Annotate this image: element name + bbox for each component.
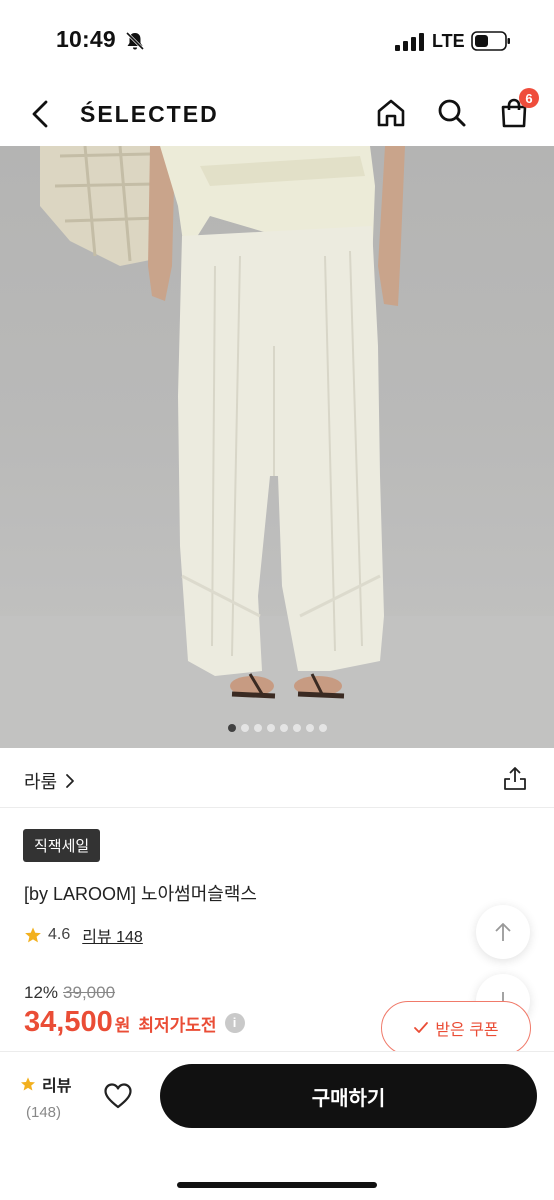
cart-count-badge: 6 <box>519 88 539 108</box>
gallery-pagination <box>0 724 554 732</box>
search-button[interactable] <box>433 94 471 132</box>
sale-tag: 직잭세일 <box>23 829 101 862</box>
info-icon[interactable]: i <box>224 1012 245 1033</box>
home-button[interactable] <box>372 94 410 132</box>
home-indicator <box>177 1182 377 1188</box>
original-price: 39,000 <box>63 983 116 1002</box>
rating-score: 4.6 <box>48 926 71 943</box>
review-count: (148) <box>26 1104 62 1121</box>
currency-label: 원 <box>114 1016 131 1035</box>
arrow-up-icon <box>495 923 511 941</box>
signal-icon <box>395 33 424 51</box>
discount-row: 12% 39,000 <box>24 983 115 1003</box>
lowest-price-label: 최저가도전 <box>138 1016 217 1035</box>
brand-row: 라룸 <box>0 748 554 808</box>
chevron-right-icon <box>66 774 75 788</box>
review-summary[interactable]: 리뷰 (148) <box>20 1072 80 1121</box>
share-button[interactable] <box>499 762 531 794</box>
check-icon <box>414 1022 429 1033</box>
gallery-dot[interactable] <box>279 724 288 732</box>
gallery-dot[interactable] <box>227 724 236 732</box>
product-photo <box>0 146 554 748</box>
review-count-link[interactable]: 리뷰 148 <box>82 923 143 947</box>
review-label: 리뷰 <box>42 1078 72 1095</box>
coupon-button[interactable]: 받은 쿠폰 <box>381 1001 531 1055</box>
brand-link[interactable]: 라룸 <box>24 768 75 794</box>
bottom-purchase-bar: 리뷰 (148) 구매하기 <box>0 1051 554 1200</box>
star-icon <box>21 1077 35 1091</box>
scroll-top-button[interactable] <box>476 905 530 959</box>
brand-name: 라룸 <box>24 772 58 792</box>
network-label: LTE <box>432 31 465 51</box>
wishlist-button[interactable] <box>100 1078 136 1114</box>
gallery-dot[interactable] <box>266 724 275 732</box>
product-image-gallery[interactable] <box>0 146 554 748</box>
gallery-dot[interactable] <box>318 724 327 732</box>
gallery-dot[interactable] <box>305 724 314 732</box>
status-time: 10:49 <box>56 26 116 52</box>
gallery-dot[interactable] <box>253 724 262 732</box>
chevron-left-icon <box>32 100 48 128</box>
sale-price: 34,500 <box>24 1006 113 1038</box>
brand-logo[interactable]: ŚELECTED <box>80 101 219 128</box>
back-button[interactable] <box>24 94 56 134</box>
share-icon <box>504 767 526 790</box>
heart-icon <box>104 1083 132 1109</box>
status-bar: 10:49 LTE <box>0 0 554 80</box>
cart-button[interactable]: 6 <box>495 88 539 132</box>
star-icon <box>25 927 41 943</box>
discount-percent: 12% <box>24 983 59 1002</box>
search-icon <box>438 99 466 127</box>
battery-icon <box>471 31 510 51</box>
bell-muted-icon <box>125 31 145 51</box>
app-header: ŚELECTED 6 <box>0 80 554 146</box>
gallery-dot[interactable] <box>292 724 301 732</box>
price-row: 34,500 원 최저가도전 i <box>24 1006 245 1039</box>
buy-button[interactable]: 구매하기 <box>160 1064 537 1128</box>
coupon-label: 받은 쿠폰 <box>435 1022 499 1039</box>
rating-row: 4.6 리뷰 148 <box>24 923 143 947</box>
product-title: [by LAROOM] 노아썸머슬랙스 <box>24 884 257 904</box>
gallery-dot[interactable] <box>240 724 249 732</box>
home-icon <box>377 99 405 127</box>
